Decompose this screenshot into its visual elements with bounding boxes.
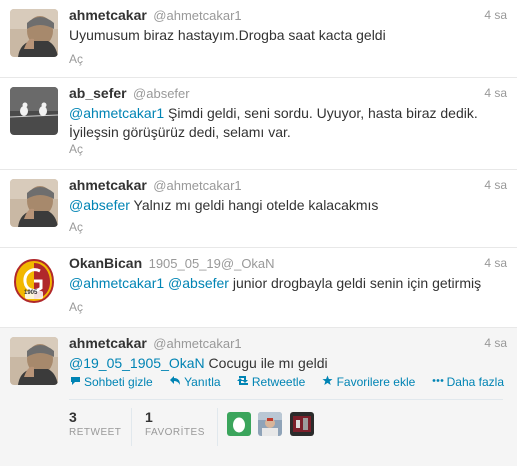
favorite-count-value: 1	[145, 409, 153, 425]
retweet-icon	[236, 375, 249, 389]
avatar[interactable]	[10, 257, 58, 305]
mention-link[interactable]: @ahmetcakar1	[69, 275, 164, 291]
expand-link[interactable]: Aç	[69, 142, 83, 156]
expand-link[interactable]: Aç	[69, 300, 83, 314]
username[interactable]: @absefer	[133, 86, 190, 101]
retweet-count[interactable]: 3 RETWEET	[69, 409, 121, 438]
stats-divider	[217, 408, 218, 446]
avatar[interactable]	[10, 9, 58, 57]
more-icon	[432, 375, 444, 389]
favorite-count-label: FAVORİTES	[145, 427, 205, 438]
fullname[interactable]: OkanBican	[69, 255, 142, 271]
star-icon	[322, 375, 334, 389]
tweet-item[interactable]: ahmetcakar @ahmetcakar1 4 sa Uyumusum bi…	[0, 0, 517, 78]
tweet-text-body: Cocugu ile mı geldi	[204, 355, 328, 371]
username[interactable]: 1905_05_19@_OkaN	[149, 256, 275, 271]
reply-icon	[169, 375, 181, 389]
tweet-text: @absefer Yalnız mı geldi hangi otelde ka…	[69, 196, 503, 215]
fullname[interactable]: ahmetcakar	[69, 7, 147, 23]
tweet-stats: 3 RETWEET 1 FAVORİTES	[69, 399, 503, 455]
tweet-item[interactable]: ahmetcakar @ahmetcakar1 4 sa @absefer Ya…	[0, 170, 517, 248]
more-label: Daha fazla	[446, 375, 505, 389]
username[interactable]: @ahmetcakar1	[153, 336, 241, 351]
fullname[interactable]: ahmetcakar	[69, 177, 147, 193]
user-photo-avatar[interactable]	[258, 412, 283, 436]
more-button[interactable]: Daha fazla	[432, 375, 504, 389]
reply-label: Yanıtla	[184, 375, 221, 389]
logo-year-text: 1905	[24, 290, 38, 296]
tweet-text-body: Yalnız mı geldi hangi otelde kalacakmıs	[129, 197, 379, 213]
tweet-stream: ahmetcakar @ahmetcakar1 4 sa Uyumusum bi…	[0, 0, 517, 466]
retweet-count-value: 3	[69, 409, 77, 425]
username[interactable]: @ahmetcakar1	[153, 178, 241, 193]
favorite-count[interactable]: 1 FAVORİTES	[145, 409, 205, 438]
tweet-text: @19_05_1905_OkaN Cocugu ile mı geldi	[69, 354, 503, 373]
fullname[interactable]: ahmetcakar	[69, 335, 147, 351]
avatar[interactable]	[10, 179, 58, 227]
username[interactable]: @ahmetcakar1	[153, 8, 241, 23]
mention-link[interactable]: @absefer	[168, 275, 229, 291]
hide-conversation-button[interactable]: Sohbeti gizle	[69, 375, 153, 389]
mention-link[interactable]: @absefer	[69, 197, 130, 213]
mention-link[interactable]: @19_05_1905_OkaN	[69, 355, 205, 371]
favorite-label: Favorilere ekle	[336, 375, 416, 389]
tweet-header: ahmetcakar @ahmetcakar1 4 sa	[69, 177, 507, 195]
tweet-header: OkanBican 1905_05_19@_OkaN 4 sa	[69, 255, 507, 273]
timestamp[interactable]: 4 sa	[484, 336, 507, 350]
avatar[interactable]	[10, 337, 58, 385]
tweet-text: @ahmetcakar1 Şimdi geldi, seni sordu. Uy…	[69, 104, 503, 142]
tweet-text: @ahmetcakar1 @absefer junior drogbayla g…	[69, 274, 503, 293]
retweet-count-label: RETWEET	[69, 427, 122, 438]
tweet-header: ab_sefer @absefer 4 sa	[69, 85, 507, 103]
tweet-item-expanded[interactable]: ahmetcakar @ahmetcakar1 4 sa @19_05_1905…	[0, 328, 517, 466]
expand-link[interactable]: Aç	[69, 220, 83, 234]
hide-conversation-label: Sohbeti gizle	[84, 375, 153, 389]
tweet-text-body: Uyumusum biraz hastayım.Drogba saat kact…	[69, 27, 386, 43]
timestamp[interactable]: 4 sa	[484, 8, 507, 22]
tweet-item[interactable]: 1905 OkanBican 1905_05_19@_OkaN 4 sa @ah…	[0, 248, 517, 328]
egg-avatar[interactable]	[227, 412, 251, 436]
reply-button[interactable]: Yanıtla	[169, 375, 221, 389]
retweet-button[interactable]: Retweetle	[236, 375, 306, 389]
mention-link[interactable]: @ahmetcakar1	[69, 105, 164, 121]
tweet-actions: Sohbeti gizle Yanıtla Retweetle Favorile…	[69, 375, 507, 389]
timestamp[interactable]: 4 sa	[484, 256, 507, 270]
fullname[interactable]: ab_sefer	[69, 85, 127, 101]
engager-avatars	[227, 412, 317, 436]
tweet-item[interactable]: ab_sefer @absefer 4 sa @ahmetcakar1 Şimd…	[0, 78, 517, 170]
expand-link[interactable]: Aç	[69, 52, 83, 66]
avatar[interactable]	[10, 87, 58, 135]
conversation-icon	[69, 375, 81, 389]
timestamp[interactable]: 4 sa	[484, 86, 507, 100]
favorite-button[interactable]: Favorilere ekle	[322, 375, 416, 389]
tweet-text: Uyumusum biraz hastayım.Drogba saat kact…	[69, 26, 503, 45]
stats-divider	[131, 408, 132, 446]
user-photo-avatar[interactable]	[289, 412, 314, 436]
tweet-header: ahmetcakar @ahmetcakar1 4 sa	[69, 7, 507, 25]
retweet-label: Retweetle	[251, 375, 306, 389]
timestamp[interactable]: 4 sa	[484, 178, 507, 192]
tweet-header: ahmetcakar @ahmetcakar1 4 sa	[69, 335, 507, 353]
tweet-text-body: junior drogbayla geldi senin için getirm…	[228, 275, 482, 291]
